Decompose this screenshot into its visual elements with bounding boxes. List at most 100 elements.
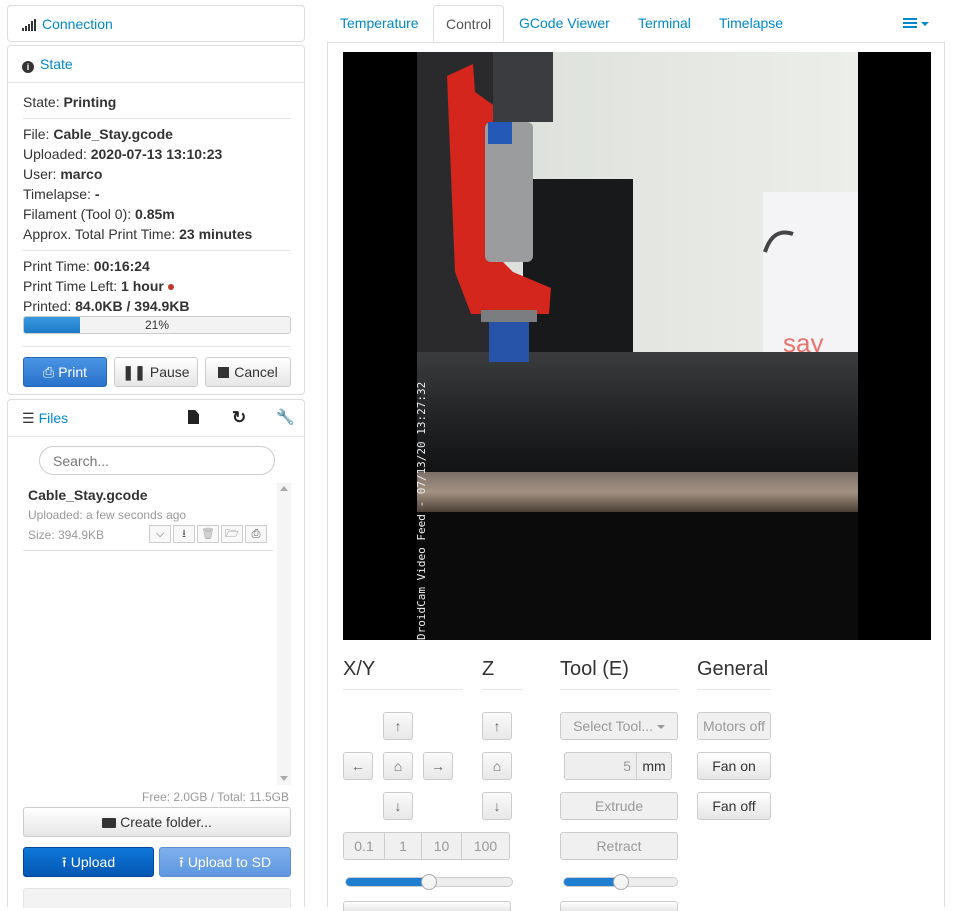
pause-button[interactable]: ❚❚ Pause [114,357,198,387]
jog-y-minus-button[interactable]: ↓ [383,792,413,820]
printed-row: Printed: 84.0KB / 394.9KB [23,298,190,314]
retract-button[interactable]: Retract [560,832,678,860]
connection-header[interactable]: Connection [8,6,304,42]
divider [23,250,291,251]
home-z-button[interactable]: ⌂ [482,752,512,780]
home-icon: ⌂ [393,758,403,774]
files-panel: ☰Files ↻ 🔧 Cable_Stay.gcode Uploaded: a … [7,399,305,908]
file-search-input[interactable] [39,446,275,475]
timelapse-row: Timelapse: - [23,186,100,202]
scrollbar[interactable] [277,483,291,785]
folder-open-icon[interactable]: 🗁 [221,525,243,543]
step-100-button[interactable]: 100 [461,832,510,860]
wrench-icon[interactable]: 🔧 [276,400,295,436]
jog-z-minus-button[interactable]: ↓ [482,792,512,820]
folder-icon [102,818,117,828]
motors-off-button[interactable]: Motors off [697,712,771,740]
approx-time-row: Approx. Total Print Time: 23 minutes [23,226,252,242]
upload-icon: ⭱ [178,854,184,870]
tool-title: Tool (E) [560,658,678,690]
tab-control[interactable]: Control [433,5,505,42]
step-10-button[interactable]: 10 [421,832,462,860]
state-label: State: [23,94,64,110]
xy-title: X/Y [343,658,463,690]
list-icon: ☰ [22,410,35,426]
feedrate-button[interactable] [343,901,511,911]
print-button[interactable]: ⎙ Print [23,357,107,387]
tab-terminal[interactable]: Terminal [632,5,697,42]
scroll-down-arrow[interactable] [280,776,288,781]
uploaded-label: Uploaded: [23,146,91,162]
main-tabs: Temperature Control GCode Viewer Termina… [327,5,945,43]
trash-icon[interactable]: 🗑 [197,525,219,543]
flowrate-handle[interactable] [612,874,629,890]
caret-down-icon [656,725,665,729]
divider [23,118,291,119]
approx-time-label: Approx. Total Print Time: [23,226,180,242]
file-size: Size: 394.9KB [28,528,105,542]
home-xy-button[interactable]: ⌂ [383,752,413,780]
filament-value: 0.85m [135,206,175,222]
uploaded-value: 2020-07-13 13:10:23 [90,146,223,162]
files-header-label[interactable]: Files [39,410,69,426]
feedrate-fill [346,878,429,886]
file-list[interactable]: Cable_Stay.gcode Uploaded: a few seconds… [23,483,291,785]
feedrate-slider[interactable] [345,874,513,890]
home-icon: ⌂ [492,758,502,774]
extrude-button[interactable]: Extrude [560,792,678,820]
print-time-value: 00:16:24 [93,258,150,274]
print-time-label: Print Time: [23,258,94,274]
flowrate-button[interactable] [560,901,678,911]
connection-panel: Connection [7,5,305,42]
new-file-icon[interactable] [188,410,199,424]
select-tool-dropdown[interactable]: Select Tool... [560,712,678,740]
tab-temperature[interactable]: Temperature [334,5,425,42]
create-folder-label: Create folder... [120,814,212,830]
file-row: File: Cable_Stay.gcode [23,126,173,142]
estimate-dot-icon [167,284,174,290]
step-1-button[interactable]: 1 [384,832,422,860]
step-0-1-button[interactable]: 0.1 [343,832,385,860]
cancel-button[interactable]: Cancel [205,357,291,387]
scroll-up-arrow[interactable] [280,486,288,491]
upload-icon: ⭱ [61,854,67,870]
general-title: General [697,658,771,690]
time-left-value: 1 hour [121,278,164,294]
time-left-label: Print Time Left: [23,278,122,294]
tabs-menu-icon[interactable] [903,17,933,31]
extrude-amount-group: mm [564,752,672,780]
files-header: ☰ Files ↻ 🔧 [8,400,304,437]
user-row: User: marco [23,166,102,182]
jog-x-plus-button[interactable]: → [423,752,453,780]
feedrate-handle[interactable] [421,874,437,890]
printed-value: 84.0KB / 394.9KB [75,298,190,314]
fan-off-button[interactable]: Fan off [697,792,771,820]
download-icon[interactable]: ⭳ [173,525,195,543]
storage-info: Free: 2.0GB / Total: 11.5GB [142,790,289,804]
print-file-icon[interactable]: ⎙ [245,525,267,543]
upload-sd-button[interactable]: ⭱ Upload to SD [159,847,291,877]
printed-label: Printed: [23,298,76,314]
print-time-row: Print Time: 00:16:24 [23,258,150,274]
jog-z-plus-button[interactable]: ↑ [482,712,512,740]
tab-timelapse[interactable]: Timelapse [713,5,789,42]
upload-button[interactable]: ⭱ Upload [23,847,154,877]
flowrate-slider[interactable] [563,874,678,890]
refresh-icon[interactable]: ↻ [232,400,246,436]
jog-x-minus-button[interactable]: ← [343,752,373,780]
state-header[interactable]: i State [8,46,304,83]
webcam-overlay-text: DroidCam Video Feed - 07/13/20 13:27:32 [415,382,428,640]
fan-on-button[interactable]: Fan on [697,752,771,780]
create-folder-button[interactable]: Create folder... [23,807,291,837]
user-label: User: [23,166,61,182]
state-value: Printing [63,94,117,110]
divider [23,346,291,347]
list-item[interactable]: Cable_Stay.gcode Uploaded: a few seconds… [23,483,273,551]
pause-button-label: Pause [149,364,190,380]
jog-y-plus-button[interactable]: ↑ [383,712,413,740]
file-uploaded: Uploaded: a few seconds ago [28,508,187,522]
extrude-amount-input[interactable] [564,752,637,780]
uploaded-row: Uploaded: 2020-07-13 13:10:23 [23,146,222,162]
tab-gcode-viewer[interactable]: GCode Viewer [513,5,616,42]
chevron-down-icon[interactable]: ⌵ [149,525,171,543]
